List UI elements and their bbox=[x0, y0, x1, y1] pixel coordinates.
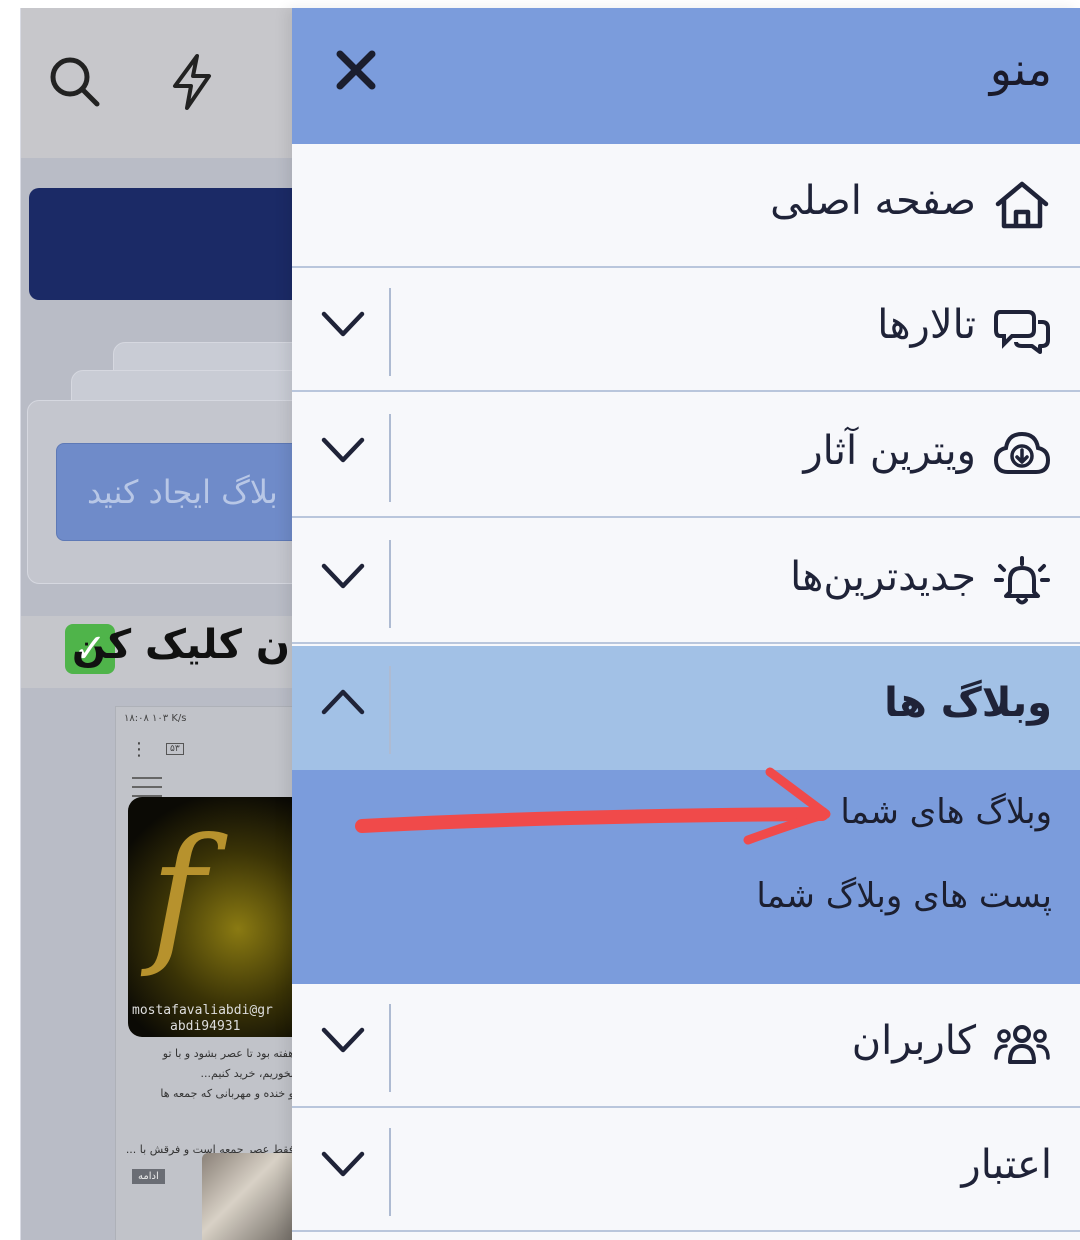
mini-username-text: abdi94931 bbox=[170, 1019, 241, 1034]
menu-item-credit[interactable]: اعتبار bbox=[292, 1108, 1080, 1232]
cloud-download-icon bbox=[993, 431, 1051, 474]
mini-text-line: و خنده و مهربانی که جمعه ها bbox=[160, 1087, 294, 1100]
menu-item-label: ویترین آثار bbox=[803, 428, 976, 474]
menu-item-newest[interactable]: جدیدترین‌ها bbox=[292, 520, 1080, 644]
background-click-text: ن کلیک کن bbox=[71, 622, 290, 668]
menu-item-forums[interactable]: تالارها bbox=[292, 268, 1080, 392]
mini-text-line: بخوریم، خرید کنیم... bbox=[200, 1067, 294, 1080]
chat-bubbles-icon bbox=[994, 310, 1050, 354]
mini-more-icon: ⋮ bbox=[130, 739, 148, 760]
home-icon bbox=[995, 181, 1049, 229]
chevron-down-icon[interactable] bbox=[320, 1024, 366, 1056]
chevron-down-icon[interactable] bbox=[320, 560, 366, 592]
mini-text-line: هفته بود تا عصر بشود و با تو bbox=[162, 1047, 294, 1060]
bell-ringing-icon bbox=[994, 556, 1050, 605]
menu-item-label: کاربران bbox=[851, 1018, 976, 1064]
close-icon[interactable] bbox=[332, 46, 380, 94]
users-icon bbox=[994, 1025, 1050, 1064]
menu-item-label: صفحه اصلی bbox=[770, 178, 976, 224]
search-icon[interactable] bbox=[45, 52, 105, 112]
row-divider bbox=[389, 288, 391, 376]
chevron-down-icon[interactable] bbox=[320, 308, 366, 340]
mini-hamburger-icon bbox=[132, 777, 162, 797]
mini-status-bar: ۱۸:۰۸ ۱۰۳ K/s bbox=[124, 713, 187, 724]
mini-tab-badge: ۵۳ bbox=[166, 743, 184, 755]
logo-letter-f: f bbox=[150, 807, 206, 981]
menu-item-showcase[interactable]: ویترین آثار bbox=[292, 394, 1080, 518]
submenu-item-your-blogs[interactable]: وبلاگ های شما bbox=[840, 792, 1052, 832]
mini-avatar-photo bbox=[202, 1153, 302, 1240]
menu-item-label: وبلاگ ها bbox=[884, 680, 1052, 726]
menu-item-users[interactable]: کاربران bbox=[292, 984, 1080, 1108]
chevron-down-icon[interactable] bbox=[320, 434, 366, 466]
row-divider bbox=[389, 666, 391, 754]
chevron-up-icon[interactable] bbox=[320, 686, 366, 718]
menu-item-blogs[interactable]: وبلاگ ها bbox=[292, 646, 1080, 770]
submenu-item-your-blog-posts[interactable]: پست های وبلاگ شما bbox=[756, 876, 1052, 916]
mini-more-button[interactable]: ادامه bbox=[132, 1169, 165, 1184]
menu-item-label: اعتبار bbox=[961, 1142, 1052, 1188]
row-divider bbox=[389, 1128, 391, 1216]
top-strip bbox=[0, 0, 1080, 8]
chevron-down-icon[interactable] bbox=[320, 1148, 366, 1180]
blogs-submenu: وبلاگ های شما پست های وبلاگ شما bbox=[292, 770, 1080, 984]
row-divider bbox=[389, 1004, 391, 1092]
row-divider bbox=[389, 414, 391, 502]
drawer-title: منو bbox=[989, 42, 1052, 96]
menu-item-label: تالارها bbox=[877, 302, 976, 348]
menu-item-label: جدیدترین‌ها bbox=[790, 554, 976, 600]
lightning-icon[interactable] bbox=[163, 52, 223, 112]
drawer-header: منو bbox=[292, 8, 1080, 144]
row-divider bbox=[389, 540, 391, 628]
side-menu-drawer: منو صفحه اصلی تالارها ویترین آثار جدیدتر… bbox=[292, 8, 1080, 1240]
menu-item-home[interactable]: صفحه اصلی bbox=[292, 144, 1080, 268]
mini-email-text: mostafavaliabdi@gr bbox=[132, 1003, 273, 1018]
